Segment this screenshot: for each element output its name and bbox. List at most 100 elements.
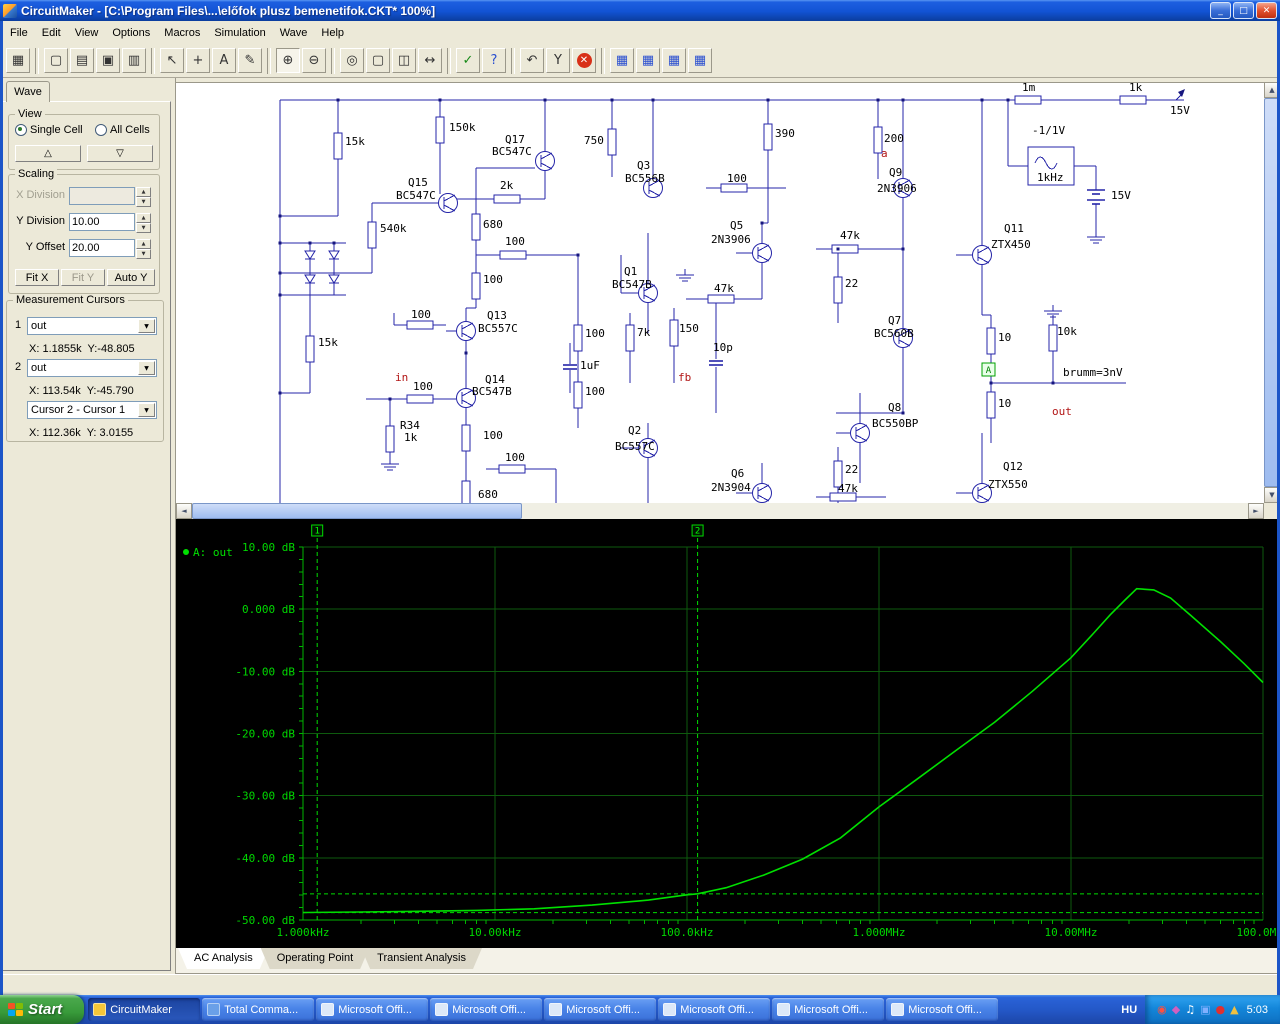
menu-simulation[interactable]: Simulation — [207, 24, 272, 42]
tray-app-magenta-icon[interactable]: ◆ — [1172, 1003, 1180, 1016]
x-axis-label: 1.000kHz — [277, 926, 330, 939]
zoom-in-button[interactable]: ⊕ — [276, 48, 300, 73]
probe-tool-button[interactable]: Y — [546, 48, 570, 73]
radio-all-cells[interactable]: All Cells — [95, 124, 150, 136]
y-division-input[interactable] — [69, 213, 135, 231]
menu-help[interactable]: Help — [314, 24, 351, 42]
radio-single-cell[interactable]: Single Cell — [15, 124, 83, 136]
taskbar-task[interactable]: Microsoft Offi... — [886, 998, 999, 1021]
task-label: Microsoft Offi... — [452, 1003, 526, 1016]
toolbar-separator — [447, 47, 451, 74]
wire-tool-button[interactable]: ✎ — [238, 48, 262, 73]
taskbar-tasks: CircuitMaker Total Comma... Microsoft Offi… — [84, 998, 1113, 1021]
menu-file[interactable]: File — [3, 24, 35, 42]
taskbar-task[interactable]: Microsoft Offi... — [316, 998, 429, 1021]
cursor-2-signal-select[interactable]: out ▼ — [27, 359, 157, 377]
tab-operating-point[interactable]: Operating Point — [261, 948, 369, 969]
start-button[interactable]: Start — [0, 995, 85, 1024]
tab-transient-analysis[interactable]: Transient Analysis — [361, 948, 482, 969]
open-file-button[interactable]: ▤ — [70, 48, 94, 73]
menu-macros[interactable]: Macros — [157, 24, 207, 42]
spinner-down-icon[interactable]: ▼ — [136, 197, 151, 207]
menu-edit[interactable]: Edit — [35, 24, 68, 42]
menu-wave[interactable]: Wave — [273, 24, 315, 42]
wave-scroll-down-button[interactable]: ▽ — [87, 145, 153, 162]
find-part-button[interactable]: ◎ — [340, 48, 364, 73]
y-division-spinner[interactable]: ▲ ▼ — [136, 213, 151, 233]
save-button[interactable]: ▣ — [96, 48, 120, 73]
combo-arrow-icon[interactable]: ▼ — [138, 361, 155, 375]
spinner-up-icon[interactable]: ▲ — [136, 239, 151, 249]
app-window-icon — [321, 1003, 335, 1016]
logic-analyzer-button[interactable]: ▦ — [636, 48, 660, 73]
scroll-left-icon[interactable]: ◄ — [176, 503, 192, 519]
language-indicator[interactable]: HU — [1113, 1004, 1145, 1016]
taskbar-task[interactable]: CircuitMaker — [88, 998, 201, 1021]
schematic-canvas[interactable]: A 15k 150k Q17 BC547C 750 Q3 BC556B 100 390 200 a Q9… — [176, 81, 1264, 508]
auto-y-button[interactable]: Auto Y — [107, 269, 155, 286]
scroll-right-icon[interactable]: ► — [1248, 503, 1264, 519]
tray-app-red-icon[interactable]: ◉ — [1157, 1003, 1167, 1016]
zoom-out-button[interactable]: ⊖ — [302, 48, 326, 73]
combo-arrow-icon[interactable]: ▼ — [138, 319, 155, 333]
tab-wave[interactable]: Wave — [6, 81, 50, 102]
pan-button[interactable]: ↔ — [418, 48, 442, 73]
minimize-button[interactable]: _ — [1210, 2, 1231, 19]
project-board-button[interactable]: ▦ — [6, 48, 30, 73]
y-offset-input[interactable] — [69, 239, 135, 257]
print-button[interactable]: ▥ — [122, 48, 146, 73]
horizontal-scroll-thumb[interactable] — [192, 503, 522, 519]
sheet-button[interactable]: ▢ — [366, 48, 390, 73]
toolbar-separator — [331, 47, 335, 74]
taskbar-task[interactable]: Microsoft Offi... — [544, 998, 657, 1021]
start-label: Start — [28, 1001, 63, 1018]
spinner-up-icon[interactable]: ▲ — [136, 187, 151, 197]
tray-app-crimson-icon[interactable]: ● — [1216, 1003, 1226, 1016]
tray-app-yellow-icon[interactable]: ▲ — [1230, 1003, 1238, 1016]
reset-button[interactable]: ↶ — [520, 48, 544, 73]
task-label: CircuitMaker — [110, 1003, 172, 1016]
y-offset-spinner[interactable]: ▲ ▼ — [136, 239, 151, 259]
help-button[interactable]: ? — [482, 48, 506, 73]
x-division-input[interactable] — [69, 187, 135, 205]
add-part-button[interactable]: + — [186, 48, 210, 73]
taskbar-task[interactable]: Microsoft Offi... — [430, 998, 543, 1021]
spinner-down-icon[interactable]: ▼ — [136, 223, 151, 233]
cursor-1-signal-select[interactable]: out ▼ — [27, 317, 157, 335]
taskbar-task[interactable]: Microsoft Offi... — [772, 998, 885, 1021]
schematic-label: 22 — [845, 463, 858, 476]
cursor-2-signal-value: out — [31, 362, 47, 374]
run-analyses-button[interactable]: ✓ — [456, 48, 480, 73]
new-file-button[interactable]: ▢ — [44, 48, 68, 73]
digital-grid-button[interactable]: ▦ — [610, 48, 634, 73]
taskbar-task[interactable]: Total Comma... — [202, 998, 315, 1021]
cursor-diff-select[interactable]: Cursor 2 - Cursor 1 ▼ — [27, 401, 157, 419]
split-window-button[interactable]: ◫ — [392, 48, 416, 73]
probe-tool-icon: Y — [554, 53, 562, 68]
stop-simulation-button[interactable]: ✕ — [572, 48, 596, 73]
fit-y-button[interactable]: Fit Y — [61, 269, 105, 286]
tray-app-blue-icon[interactable]: ▣ — [1200, 1003, 1210, 1016]
menu-view[interactable]: View — [68, 24, 106, 42]
maximize-button[interactable]: □ — [1233, 2, 1254, 19]
text-tool-button[interactable]: A — [212, 48, 236, 73]
schematic-horizontal-scrollbar[interactable]: ◄ ► — [176, 503, 1280, 519]
spinner-down-icon[interactable]: ▼ — [136, 249, 151, 259]
tray-volume-icon[interactable]: ♫ — [1185, 1003, 1195, 1016]
close-button[interactable]: ✕ — [1256, 2, 1277, 19]
combo-arrow-icon[interactable]: ▼ — [138, 403, 155, 417]
signal-gen-button[interactable]: ▦ — [662, 48, 686, 73]
wave-scroll-up-button[interactable]: △ — [15, 145, 81, 162]
digital-options-button[interactable]: ▦ — [688, 48, 712, 73]
spinner-up-icon[interactable]: ▲ — [136, 213, 151, 223]
ac-analysis-plot[interactable]: 10.00 dB 0.000 dB -10.00 dB -20.00 dB -30.00… — [176, 519, 1280, 948]
menu-options[interactable]: Options — [105, 24, 157, 42]
windows-logo-icon — [8, 1003, 23, 1016]
fit-x-button[interactable]: Fit X — [15, 269, 59, 286]
x-division-spinner[interactable]: ▲ ▼ — [136, 187, 151, 207]
app-window-icon — [891, 1003, 905, 1016]
tab-ac-analysis[interactable]: AC Analysis — [178, 948, 269, 969]
task-label: Total Comma... — [224, 1003, 299, 1016]
taskbar-task[interactable]: Microsoft Offi... — [658, 998, 771, 1021]
select-arrow-button[interactable]: ↖ — [160, 48, 184, 73]
